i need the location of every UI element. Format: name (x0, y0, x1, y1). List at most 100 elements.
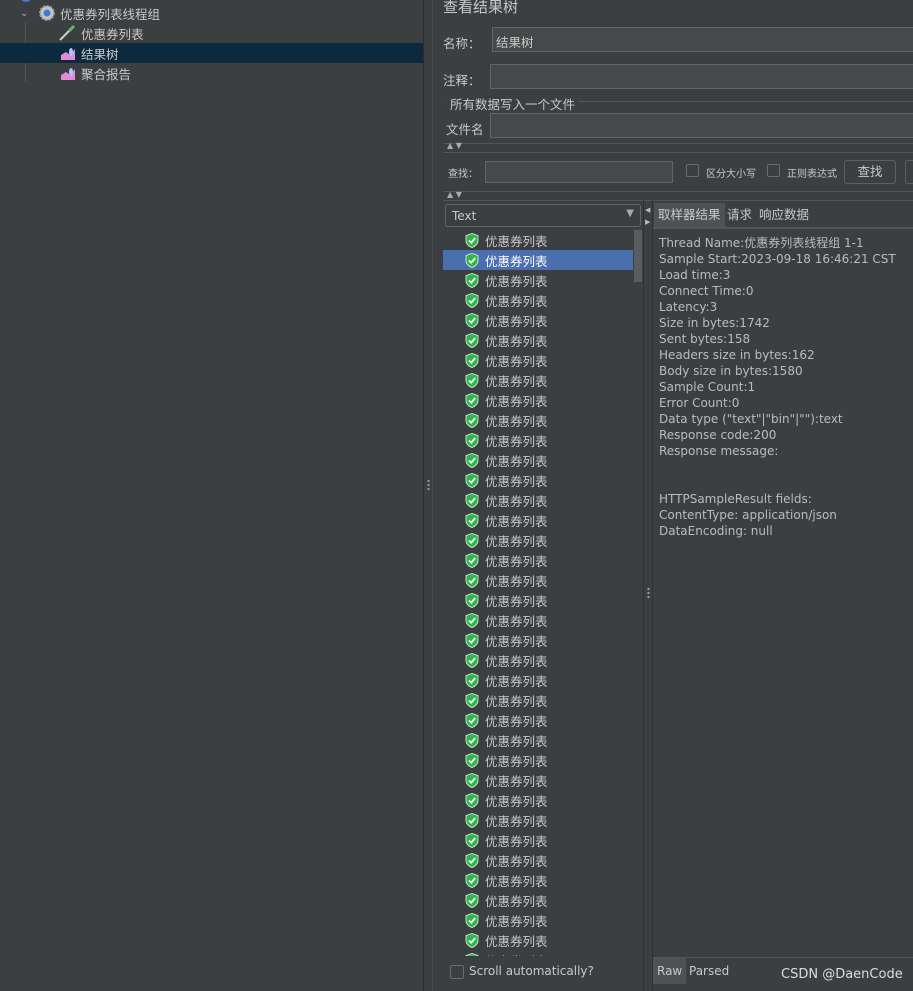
result-item[interactable]: 优惠券列表 (443, 310, 633, 330)
detail-line: Load time:3 (659, 268, 731, 282)
result-item[interactable]: 优惠券列表 (443, 590, 633, 610)
success-shield-icon (465, 772, 479, 788)
result-item-label: 优惠券列表 (485, 593, 548, 609)
drag-handle-icon[interactable] (427, 479, 430, 491)
result-item[interactable]: 优惠券列表 (443, 230, 633, 250)
result-item-label: 优惠券列表 (485, 693, 548, 709)
search-label: 查找： (448, 169, 478, 180)
renderer-value: Text (452, 209, 477, 223)
result-item[interactable]: 优惠券列表 (443, 890, 633, 910)
result-item[interactable]: 优惠券列表 (443, 830, 633, 850)
result-item[interactable]: 优惠券列表 (443, 850, 633, 870)
result-item[interactable]: 优惠券列表 (443, 670, 633, 690)
regex-checkbox[interactable] (767, 164, 780, 177)
search-button[interactable]: 查找 (844, 160, 896, 184)
drag-handle-icon[interactable] (647, 587, 650, 599)
result-item[interactable]: 优惠券列表 (443, 290, 633, 310)
detail-line: DataEncoding: null (659, 524, 773, 538)
success-shield-icon (465, 932, 479, 948)
success-shield-icon (465, 552, 479, 568)
result-item[interactable]: 优惠券列表 (443, 930, 633, 950)
result-item[interactable]: 优惠券列表 (443, 750, 633, 770)
result-item[interactable]: 优惠券列表 (443, 370, 633, 390)
file-group-label: 所有数据写入一个文件 (447, 94, 579, 113)
result-item[interactable]: 优惠券列表 (443, 330, 633, 350)
result-item[interactable]: 优惠券列表 (443, 790, 633, 810)
detail-line: Sent bytes:158 (659, 332, 751, 346)
regex-label: 正则表达式 (787, 169, 837, 180)
success-shield-icon (465, 612, 479, 628)
tree-item-sampler[interactable]: 优惠券列表 (0, 23, 423, 43)
result-item-label: 优惠券列表 (485, 553, 548, 569)
detail-line: Response code:200 (659, 428, 777, 442)
success-shield-icon (465, 392, 479, 408)
result-item[interactable]: 优惠券列表 (443, 390, 633, 410)
chevron-down-icon[interactable]: ⌄ (20, 8, 34, 19)
search-input[interactable] (485, 161, 673, 183)
result-item-label: 优惠券列表 (485, 293, 548, 309)
list-scrollbar[interactable] (634, 230, 642, 282)
result-item[interactable]: 优惠券列表 (443, 450, 633, 470)
case-sensitive-checkbox[interactable] (686, 164, 699, 177)
file-label: 文件名 (446, 122, 484, 137)
result-item[interactable]: 优惠券列表 (443, 690, 633, 710)
result-item-label: 优惠券列表 (485, 893, 548, 909)
result-item[interactable]: 优惠券列表 (443, 530, 633, 550)
collapse-arrows-icon[interactable]: ▲ ▼ (447, 190, 462, 199)
tab-response-data[interactable]: 响应数据 (755, 203, 813, 227)
result-item[interactable]: 优惠券列表 (443, 610, 633, 630)
scroll-auto-checkbox[interactable] (450, 965, 464, 979)
comment-input[interactable] (490, 64, 913, 89)
name-label: 名称： (443, 36, 481, 51)
result-item-label: 优惠券列表 (485, 233, 548, 249)
result-item[interactable]: 优惠券列表 (443, 410, 633, 430)
result-item[interactable]: 优惠券列表 (443, 730, 633, 750)
result-item[interactable]: 优惠券列表 (443, 270, 633, 290)
tree-item-result-tree[interactable]: 结果树 (0, 43, 423, 63)
result-item[interactable]: 优惠券列表 (443, 870, 633, 890)
result-item[interactable]: 优惠券列表 (443, 550, 633, 570)
split-arrows-icon[interactable]: ◀ ▶ (645, 204, 650, 228)
renderer-select[interactable]: Text ▼ (445, 204, 641, 227)
success-shield-icon (465, 532, 479, 548)
result-item[interactable]: 优惠券列表 (443, 630, 633, 650)
result-item[interactable]: 优惠券列表 (443, 710, 633, 730)
result-item[interactable]: 优惠券列表 (443, 510, 633, 530)
tab-raw[interactable]: Raw (653, 958, 687, 984)
results-splitter[interactable]: ◀ ▶ (643, 200, 653, 991)
tab-parsed[interactable]: Parsed (685, 958, 733, 984)
detail-line: Latency:3 (659, 300, 718, 314)
result-item-label: 优惠券列表 (485, 273, 548, 289)
result-item[interactable]: 优惠券列表 (443, 770, 633, 790)
name-input[interactable]: 结果树 (492, 27, 913, 52)
result-item-label: 优惠券列表 (485, 793, 548, 809)
result-item[interactable]: 优惠券列表 (443, 250, 633, 270)
dropdown-arrow-icon: ▼ (626, 208, 634, 219)
success-shield-icon (465, 492, 479, 508)
result-item[interactable]: 优惠券列表 (443, 350, 633, 370)
success-shield-icon (465, 572, 479, 588)
filename-input[interactable] (490, 113, 913, 138)
success-shield-icon (465, 912, 479, 928)
result-item[interactable]: 优惠券列表 (443, 490, 633, 510)
result-item[interactable]: 优惠券列表 (443, 470, 633, 490)
result-item[interactable]: 优惠券列表 (443, 910, 633, 930)
tab-request[interactable]: 请求 (723, 203, 756, 227)
tree-item-label: 结果树 (81, 46, 119, 62)
collapse-arrows-icon[interactable]: ▲ ▼ (447, 141, 462, 150)
result-item-label: 优惠券列表 (485, 653, 548, 669)
reset-button[interactable] (905, 160, 913, 184)
main-splitter[interactable] (423, 0, 433, 991)
success-shield-icon (465, 512, 479, 528)
result-item[interactable]: 优惠券列表 (443, 810, 633, 830)
tree-item-thread-group[interactable]: ⌄ 优惠券列表线程组 (0, 3, 423, 23)
result-item[interactable]: 优惠券列表 (443, 650, 633, 670)
tab-sampler-result[interactable]: 取样器结果 (654, 203, 725, 227)
detail-line: Error Count:0 (659, 396, 740, 410)
result-item[interactable]: 优惠券列表 (443, 570, 633, 590)
tree-item-aggregate-report[interactable]: 聚合报告 (0, 63, 423, 83)
result-item[interactable]: 优惠券列表 (443, 430, 633, 450)
detail-line: Body size in bytes:1580 (659, 364, 803, 378)
result-item-label: 优惠券列表 (485, 813, 548, 829)
success-shield-icon (465, 652, 479, 668)
